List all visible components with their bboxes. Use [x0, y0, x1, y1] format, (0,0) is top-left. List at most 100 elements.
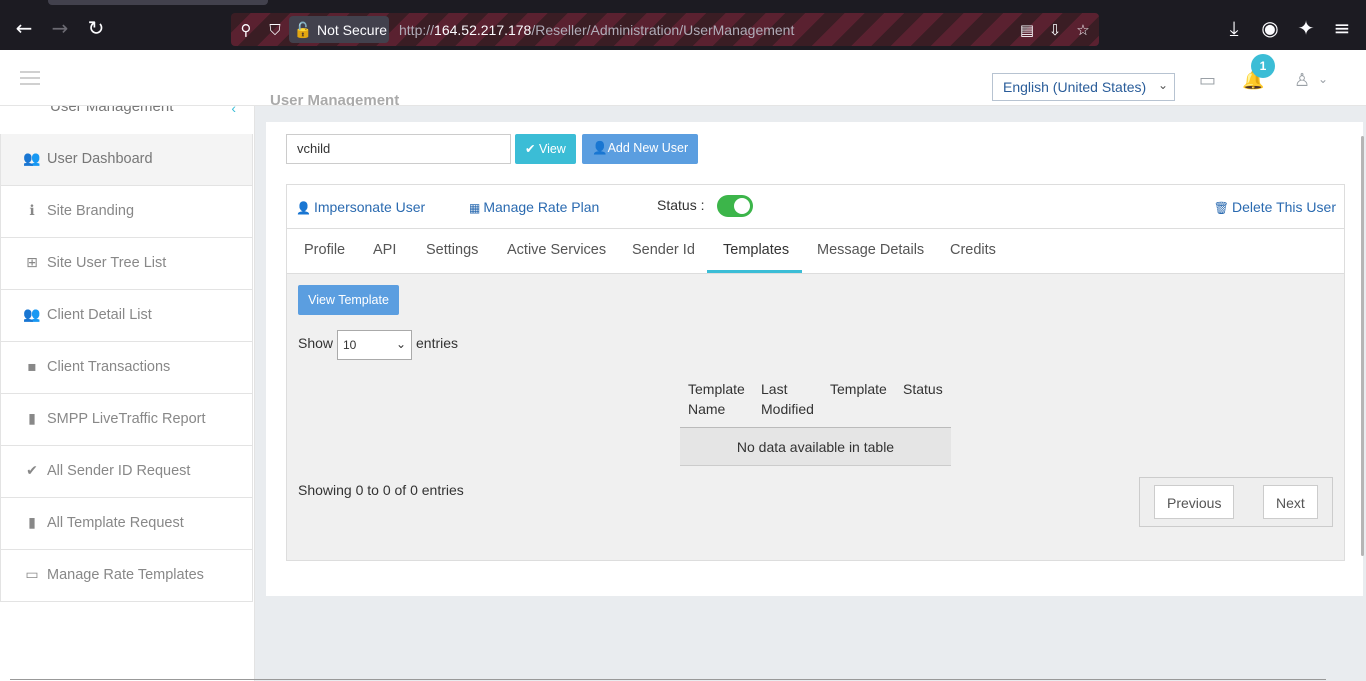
- sidebar-item-all-template-request[interactable]: ▮ All Template Request: [0, 498, 253, 550]
- forward-icon[interactable]: →: [48, 16, 72, 40]
- chevron-left-icon: ‹: [231, 106, 236, 116]
- sidebar-item-client-detail-list[interactable]: 👥 Client Detail List: [0, 290, 253, 342]
- page-scrollbar[interactable]: [1361, 136, 1364, 556]
- file-icon: ▮: [28, 515, 36, 531]
- sidebar-section-title: User Management: [50, 106, 174, 115]
- user-tabs: Profile API Settings Active Services Sender …: [286, 229, 1345, 274]
- status-label: Status :: [657, 197, 705, 213]
- calculator-icon: ▦: [469, 201, 481, 215]
- status-toggle[interactable]: [717, 195, 753, 217]
- view-template-button[interactable]: View Template: [298, 285, 399, 315]
- sidebar-item-site-branding[interactable]: ℹ Site Branding: [0, 186, 253, 238]
- check-circle-icon: ✔: [26, 463, 38, 479]
- add-user-button[interactable]: 👤Add New User: [582, 134, 699, 164]
- tab-credits[interactable]: Credits: [950, 242, 996, 258]
- hamburger-icon[interactable]: [20, 71, 40, 85]
- tab-active-services[interactable]: Active Services: [507, 242, 606, 258]
- sidebar-item-client-transactions[interactable]: ▪ Client Transactions: [0, 342, 253, 394]
- account-icon[interactable]: ◉: [1258, 16, 1282, 40]
- notification-badge[interactable]: 1: [1251, 54, 1275, 78]
- tab-settings[interactable]: Settings: [426, 242, 478, 258]
- sidebar-item-label: Client Transactions: [47, 359, 171, 375]
- sidebar-item-smpp-livetraffic-report[interactable]: ▮ SMPP LiveTraffic Report: [0, 394, 253, 446]
- bookmark-star-icon[interactable]: ☆: [1073, 20, 1093, 40]
- sidebar-item-site-user-tree-list[interactable]: ⊞ Site User Tree List: [0, 238, 253, 290]
- sidebar-item-label: Site Branding: [47, 203, 135, 219]
- users-icon: 👥: [23, 307, 41, 323]
- trash-icon: 🗑: [1213, 201, 1229, 215]
- tab-message-details[interactable]: Message Details: [817, 242, 924, 258]
- reload-icon[interactable]: ↻: [84, 16, 108, 40]
- tab-profile[interactable]: Profile: [304, 242, 345, 258]
- info-icon: ℹ: [29, 203, 35, 219]
- view-button[interactable]: ✔ View: [515, 134, 576, 164]
- browser-toolbar: ← → ↻ ⚲ ⛉ 🔓 Not Secure http://164.52.217…: [0, 0, 1366, 50]
- previous-button[interactable]: Previous: [1154, 485, 1235, 519]
- column-header-last-modified[interactable]: Last Modified: [761, 379, 826, 419]
- language-select[interactable]: English (United States) ⌄: [992, 73, 1175, 101]
- sidebar-item-user-dashboard[interactable]: 👥 User Dashboard: [0, 134, 253, 186]
- tracking-icon[interactable]: ⚲: [236, 20, 256, 40]
- language-value: English (United States): [1003, 79, 1147, 95]
- sidebar-item-label: SMPP LiveTraffic Report: [47, 411, 206, 427]
- file-icon: ▮: [28, 411, 36, 427]
- user-search-input[interactable]: vchild: [286, 134, 511, 164]
- sidebar-section-header[interactable]: User Management ‹: [0, 106, 254, 134]
- sidebar-item-label: Client Detail List: [47, 307, 152, 323]
- users-icon: 👥: [23, 151, 41, 167]
- sidebar-item-all-sender-id-request[interactable]: ✔ All Sender ID Request: [0, 446, 253, 498]
- security-label: Not Secure: [317, 22, 388, 38]
- column-header-template-name[interactable]: Template Name: [688, 379, 758, 419]
- chevron-down-icon[interactable]: ⌄: [1318, 72, 1328, 86]
- table-info: Showing 0 to 0 of 0 entries: [298, 482, 464, 498]
- chevron-down-icon: ⌄: [1157, 78, 1168, 92]
- column-header-template[interactable]: Template: [830, 379, 887, 399]
- shield-icon[interactable]: ⛉: [265, 20, 285, 40]
- entries-label: entries: [416, 335, 459, 351]
- app-header: English (United States) ⌄ ▭ 🔔 ♙ ⌄: [0, 50, 1366, 106]
- money-icon: ▭: [25, 567, 39, 583]
- sidebar-item-manage-rate-templates[interactable]: ▭ Manage Rate Templates: [0, 550, 253, 602]
- user-icon: 👤: [296, 201, 311, 215]
- table-row: No data available in table: [680, 428, 951, 466]
- sidebar-item-label: Site User Tree List: [47, 255, 167, 271]
- divider: [10, 679, 1326, 680]
- tab-sender-id[interactable]: Sender Id: [632, 242, 695, 258]
- impersonate-user-link[interactable]: 👤 Impersonate User: [296, 199, 425, 215]
- insecure-lock-icon: 🔓: [293, 21, 313, 39]
- chevron-down-icon: ⌄: [395, 337, 406, 351]
- entries-select[interactable]: 10 ⌄: [337, 330, 412, 360]
- column-header-status[interactable]: Status: [903, 379, 943, 399]
- show-label: Show: [298, 335, 334, 351]
- user-actions-bar: 👤 Impersonate User ▦ Manage Rate Plan Stat…: [286, 184, 1345, 229]
- url-text[interactable]: http://164.52.217.178/Reseller/Administr…: [399, 22, 794, 38]
- delete-user-link[interactable]: 🗑 Delete This User: [1214, 199, 1336, 215]
- manage-rate-plan-link[interactable]: ▦ Manage Rate Plan: [469, 199, 599, 215]
- sidebar-item-label: User Dashboard: [47, 151, 153, 167]
- card-icon[interactable]: ▭: [1199, 70, 1216, 91]
- sidebar-item-label: All Template Request: [47, 515, 184, 531]
- tab-api[interactable]: API: [373, 242, 396, 258]
- extensions-icon[interactable]: ✦: [1294, 16, 1318, 40]
- downloads-icon[interactable]: ⤓: [1222, 16, 1246, 40]
- tab-templates[interactable]: Templates: [723, 242, 789, 258]
- pagination: Previous Next: [1139, 477, 1333, 527]
- reader-view-icon[interactable]: ▤: [1017, 20, 1037, 40]
- sidebar: User Management ‹ 👥 User Dashboard ℹ Site B…: [0, 106, 255, 681]
- empty-table-message: No data available in table: [736, 439, 895, 455]
- address-bar[interactable]: ⚲ ⛉ 🔓 Not Secure http://164.52.217.178/R…: [231, 13, 1099, 46]
- back-icon[interactable]: ←: [12, 16, 36, 40]
- sidebar-item-label: All Sender ID Request: [47, 463, 191, 479]
- save-page-icon[interactable]: ⇩: [1045, 20, 1065, 40]
- browser-tab[interactable]: [48, 0, 268, 5]
- page-title: User Management: [270, 92, 400, 106]
- menu-icon[interactable]: ≡: [1330, 16, 1354, 40]
- sitemap-icon: ⊞: [26, 255, 38, 271]
- sticky-note-icon: ▪: [27, 359, 37, 375]
- user-icon: 👤: [592, 141, 608, 155]
- next-button[interactable]: Next: [1263, 485, 1318, 519]
- sidebar-item-label: Manage Rate Templates: [47, 567, 204, 583]
- active-tab-indicator: [707, 270, 802, 273]
- check-icon: ✔: [525, 142, 539, 156]
- user-icon[interactable]: ♙: [1294, 70, 1310, 91]
